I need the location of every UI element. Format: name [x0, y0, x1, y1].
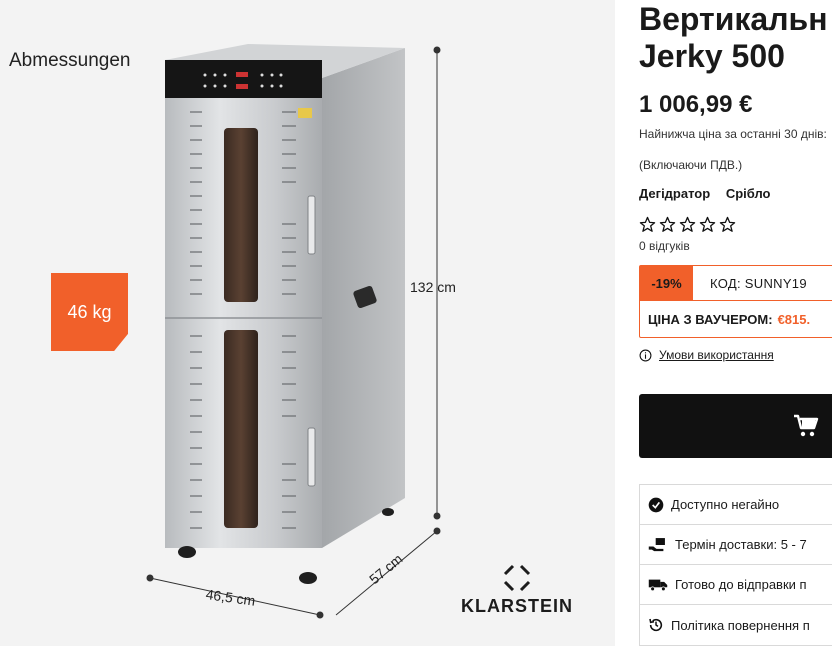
product-title: Вертикальн Jerky 500	[639, 1, 832, 75]
cart-icon	[794, 414, 819, 437]
brand-name: KLARSTEIN	[461, 596, 573, 616]
brand-logo: KLARSTEIN	[458, 564, 576, 617]
product-title-line1: Вертикальн	[639, 1, 828, 37]
voucher-price-value: €815.	[777, 311, 811, 327]
product-title-line2: Jerky 500	[639, 38, 785, 74]
voucher-box: -19% КОД: SUNNY19 ЦІНА З ВАУЧЕРОМ: €815.	[639, 265, 832, 338]
star-empty-icon	[719, 216, 736, 232]
star-empty-icon	[639, 216, 656, 232]
voucher-price-label: ЦІНА З ВАУЧЕРОМ:	[648, 311, 773, 327]
info-availability: Доступно негайно	[640, 485, 832, 525]
info-delivery: Термін доставки: 5 - 7	[640, 525, 832, 565]
product-price: 1 006,99 €	[639, 91, 753, 118]
star-empty-icon	[659, 216, 676, 232]
product-attributes: Дегідратор Срібло	[639, 186, 832, 201]
voucher-top: -19% КОД: SUNNY19	[640, 266, 832, 301]
add-to-cart-button[interactable]	[639, 394, 832, 458]
star-empty-icon	[679, 216, 696, 232]
truck-icon	[648, 579, 668, 591]
product-image[interactable]: Abmessungen 46 kg 132 cm 46,5 cm 57 cm K…	[0, 0, 615, 646]
info-returns: Політика повернення п	[640, 605, 832, 645]
delivery-hand-icon	[648, 537, 665, 551]
availability-text: Доступно негайно	[671, 497, 780, 512]
returns-text: Політика повернення п	[671, 617, 810, 633]
voucher-price: ЦІНА З ВАУЧЕРОМ: €815.	[640, 301, 832, 337]
terms: Умови використання	[639, 348, 832, 362]
dimensions-title: Abmessungen	[9, 50, 131, 71]
info-box: Доступно негайно Термін доставки: 5 - 7 …	[639, 484, 832, 646]
shipping-text: Готово до відправки п	[675, 577, 807, 592]
product-color: Срібло	[725, 186, 771, 201]
info-icon	[639, 349, 652, 361]
vat-note: (Включаючи ПДВ.)	[639, 158, 743, 172]
check-circle-icon	[648, 497, 664, 512]
voucher-discount: -19%	[640, 266, 693, 300]
product-category: Дегідратор	[639, 186, 711, 201]
terms-link[interactable]: Умови використання	[659, 348, 774, 362]
klarstein-logo-icon	[503, 564, 531, 592]
info-shipping: Готово до відправки п	[640, 565, 832, 605]
star-empty-icon	[699, 216, 716, 232]
delivery-text: Термін доставки: 5 - 7	[675, 537, 807, 552]
weight-badge: 46 kg	[51, 273, 128, 351]
return-clock-icon	[649, 618, 663, 632]
rating-stars[interactable]	[639, 216, 832, 233]
lowest-price-note: Найнижча ціна за останні 30 днів:	[639, 127, 827, 141]
voucher-code[interactable]: КОД: SUNNY19	[693, 266, 807, 300]
reviews-count[interactable]: 0 відгуків	[639, 239, 832, 253]
product-details: Вертикальн Jerky 500 1 006,99 € Найнижча…	[639, 0, 832, 646]
height-dimension: 132 cm	[410, 279, 456, 295]
